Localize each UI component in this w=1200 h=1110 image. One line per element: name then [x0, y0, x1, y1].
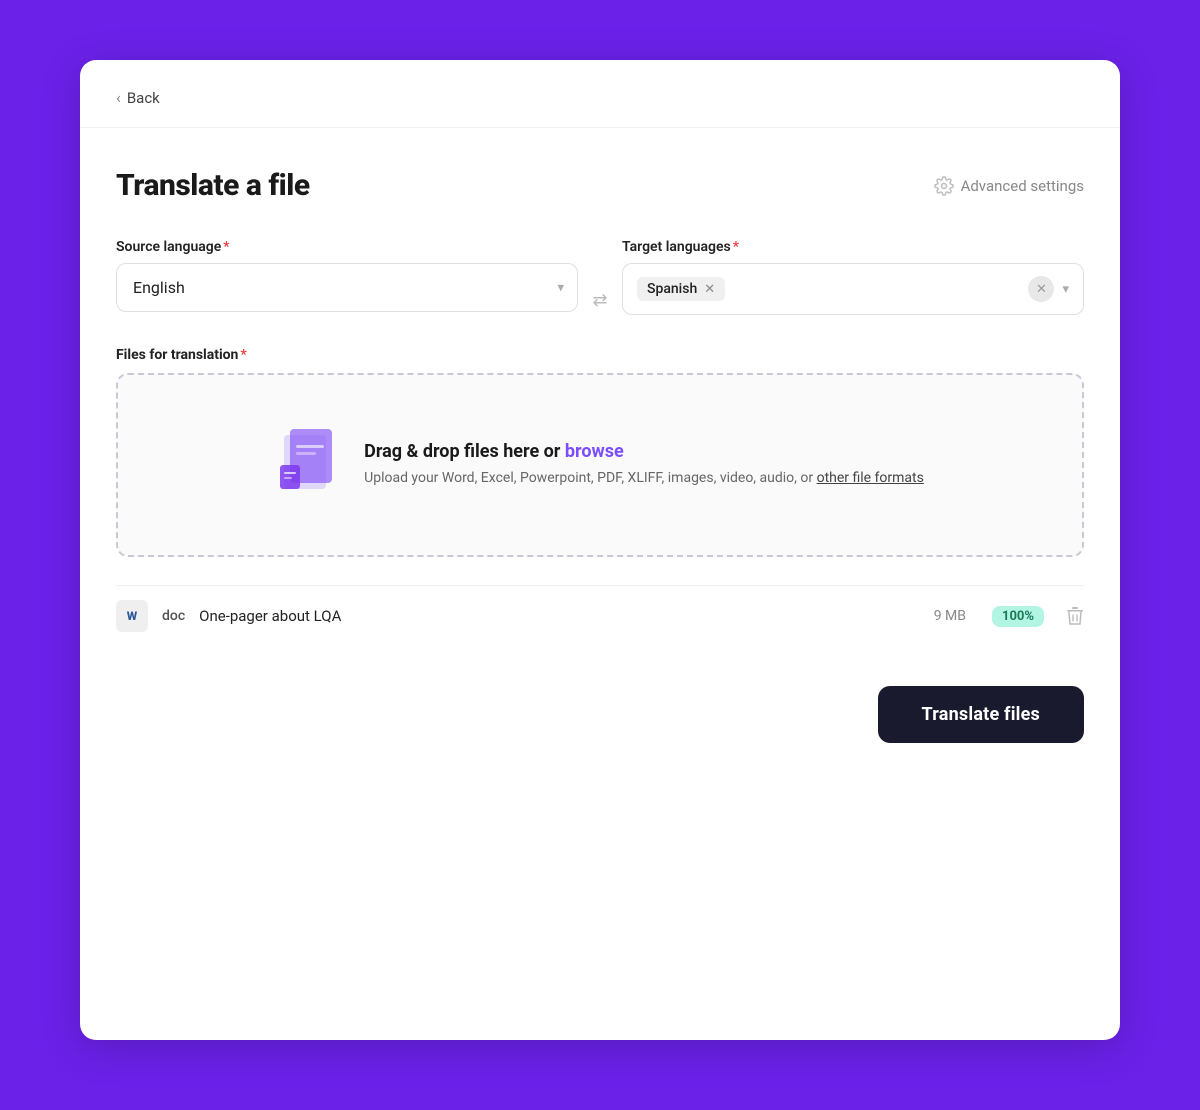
trash-icon [1066, 606, 1084, 626]
advanced-settings-button[interactable]: Advanced settings [934, 176, 1084, 196]
target-language-label: Target languages* [622, 239, 1084, 255]
source-language-select-wrapper: English French German Spanish Chinese Ja… [116, 263, 578, 312]
file-name: One-pager about LQA [199, 607, 920, 625]
translate-files-button[interactable]: Translate files [878, 686, 1084, 743]
page-header: Translate a file Advanced settings [116, 168, 1084, 203]
target-clear-button[interactable]: ✕ [1028, 276, 1054, 302]
files-required-star: * [240, 347, 246, 363]
drop-title: Drag & drop files here or browse [364, 441, 924, 462]
swap-icon-wrap: ⇄ [578, 290, 622, 315]
target-language-col: Target languages* Spanish ✕ ✕ ▾ [622, 239, 1084, 315]
back-label: Back [127, 89, 160, 107]
source-language-col: Source language* English French German S… [116, 239, 578, 312]
file-doc-icon: W [116, 600, 148, 632]
spanish-tag-label: Spanish [647, 281, 697, 297]
target-language-box[interactable]: Spanish ✕ ✕ ▾ [622, 263, 1084, 315]
other-formats-link[interactable]: other file formats [817, 470, 924, 486]
drop-subtitle: Upload your Word, Excel, Powerpoint, PDF… [364, 468, 924, 489]
target-required-star: * [733, 239, 739, 255]
spanish-tag: Spanish ✕ [637, 277, 725, 301]
top-nav: ‹ Back [80, 60, 1120, 128]
progress-badge: 100% [992, 606, 1044, 627]
target-chevron-icon[interactable]: ▾ [1062, 282, 1069, 297]
page-title: Translate a file [116, 168, 310, 203]
spanish-tag-remove[interactable]: ✕ [704, 282, 715, 297]
file-illustration-svg [276, 427, 336, 499]
file-row: W doc One-pager about LQA 9 MB 100% [116, 585, 1084, 646]
back-button[interactable]: ‹ Back [116, 88, 160, 107]
source-language-label: Source language* [116, 239, 578, 255]
file-illustration [276, 427, 336, 503]
drop-text-area: Drag & drop files here or browse Upload … [364, 441, 924, 489]
file-delete-button[interactable] [1066, 606, 1084, 626]
swap-icon[interactable]: ⇄ [592, 290, 607, 311]
main-content: Translate a file Advanced settings Sourc… [80, 128, 1120, 783]
back-chevron-icon: ‹ [116, 88, 121, 107]
advanced-settings-label: Advanced settings [961, 177, 1084, 195]
source-required-star: * [223, 239, 229, 255]
browse-link[interactable]: browse [565, 441, 624, 462]
files-section: Files for translation* [116, 347, 1084, 646]
files-section-label: Files for translation* [116, 347, 1084, 363]
main-card: ‹ Back Translate a file Advanced setting… [80, 60, 1120, 1040]
target-clear-icon: ✕ [1036, 281, 1047, 297]
gear-icon [934, 176, 954, 196]
footer-row: Translate files [116, 686, 1084, 743]
file-type-badge: doc [162, 608, 185, 624]
drop-zone[interactable]: Drag & drop files here or browse Upload … [116, 373, 1084, 557]
language-row: Source language* English French German S… [116, 239, 1084, 315]
file-size: 9 MB [934, 608, 966, 624]
source-language-select[interactable]: English French German Spanish Chinese Ja… [116, 263, 578, 312]
